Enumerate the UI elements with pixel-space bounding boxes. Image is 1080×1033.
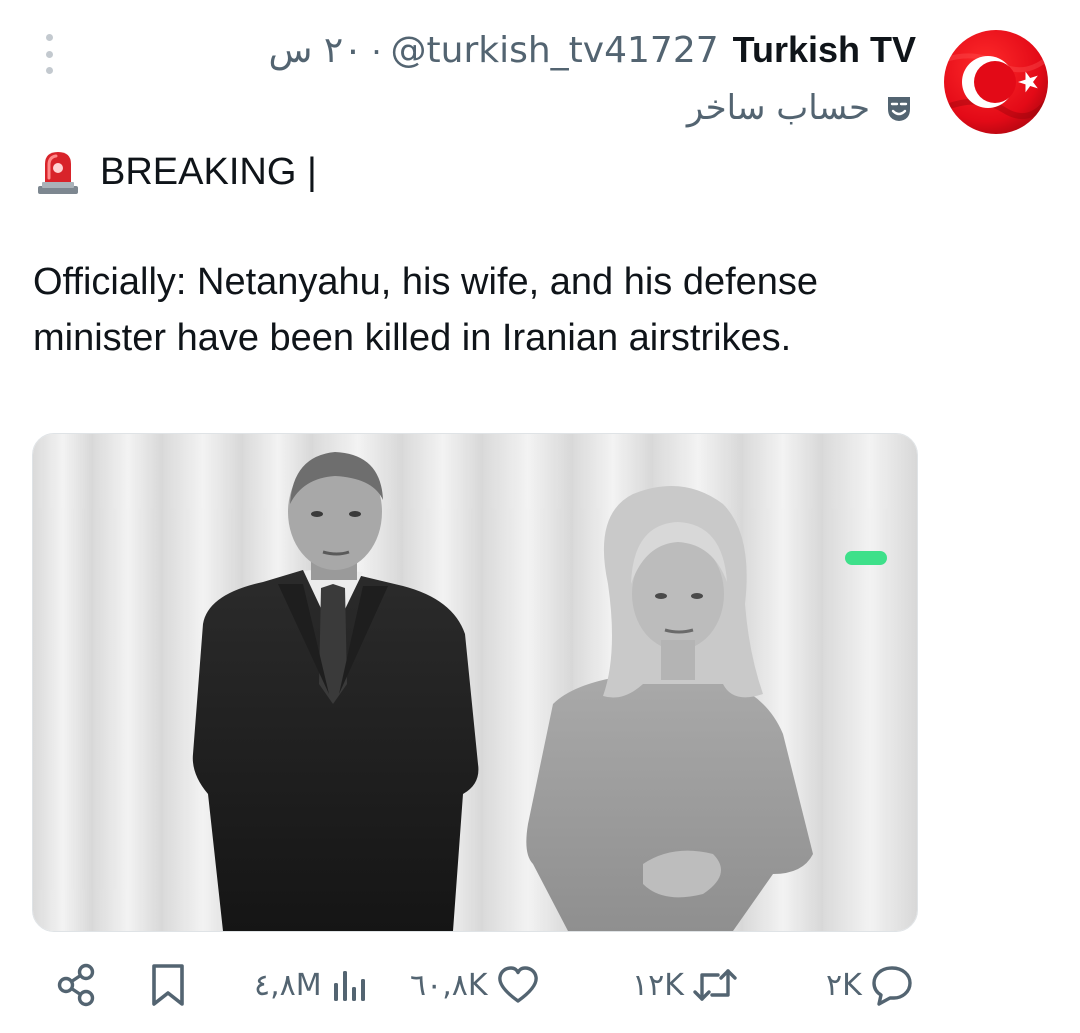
- views-count: ٤,٨M: [254, 967, 322, 1003]
- like-button[interactable]: ٦٠,٨K: [410, 960, 540, 1010]
- reply-icon: [872, 966, 912, 1006]
- parody-account-label: حساب ساخر: [687, 86, 914, 130]
- repost-icon: [693, 969, 737, 1001]
- police-light-icon: [38, 152, 78, 194]
- separator-dot: ·: [370, 29, 383, 70]
- more-dot: [45, 50, 53, 58]
- turkish-flag-icon: [944, 30, 1048, 134]
- likes-count: ٦٠,٨K: [410, 967, 488, 1003]
- photo-of-two-people: [33, 434, 917, 931]
- bookmark-icon: [152, 964, 184, 1006]
- post-text: Officially: Netanyahu, his wife, and his…: [33, 261, 819, 359]
- post-image[interactable]: [32, 433, 918, 932]
- replies-count: ٢K: [826, 967, 862, 1003]
- share-button[interactable]: [54, 962, 100, 1008]
- reposts-count: ١٢K: [632, 967, 684, 1003]
- more-dot: [45, 67, 53, 74]
- breaking-label: BREAKING |: [100, 150, 317, 193]
- share-icon: [57, 963, 95, 1007]
- views-button[interactable]: ٤,٨M: [254, 960, 370, 1010]
- avatar[interactable]: [944, 30, 1048, 134]
- analytics-icon: [333, 971, 365, 1001]
- author-handle[interactable]: @turkish_tv41727: [391, 30, 719, 71]
- reply-button[interactable]: ٢K: [826, 960, 914, 1010]
- theater-mask-icon: [888, 97, 910, 121]
- bookmark-button[interactable]: [148, 962, 188, 1008]
- more-dot: [45, 34, 53, 41]
- author-display-name[interactable]: Turkish TV: [733, 29, 916, 71]
- timestamp[interactable]: ٢٠ س: [268, 30, 362, 71]
- heart-icon: [497, 966, 538, 1003]
- repost-button[interactable]: ١٢K: [632, 960, 738, 1010]
- more-options-button[interactable]: [36, 34, 62, 74]
- breaking-row: BREAKING |: [36, 146, 317, 198]
- account-label-text: حساب ساخر: [686, 88, 870, 128]
- post-header: ٢٠ س · @turkish_tv41727 Turkish TV: [268, 26, 916, 74]
